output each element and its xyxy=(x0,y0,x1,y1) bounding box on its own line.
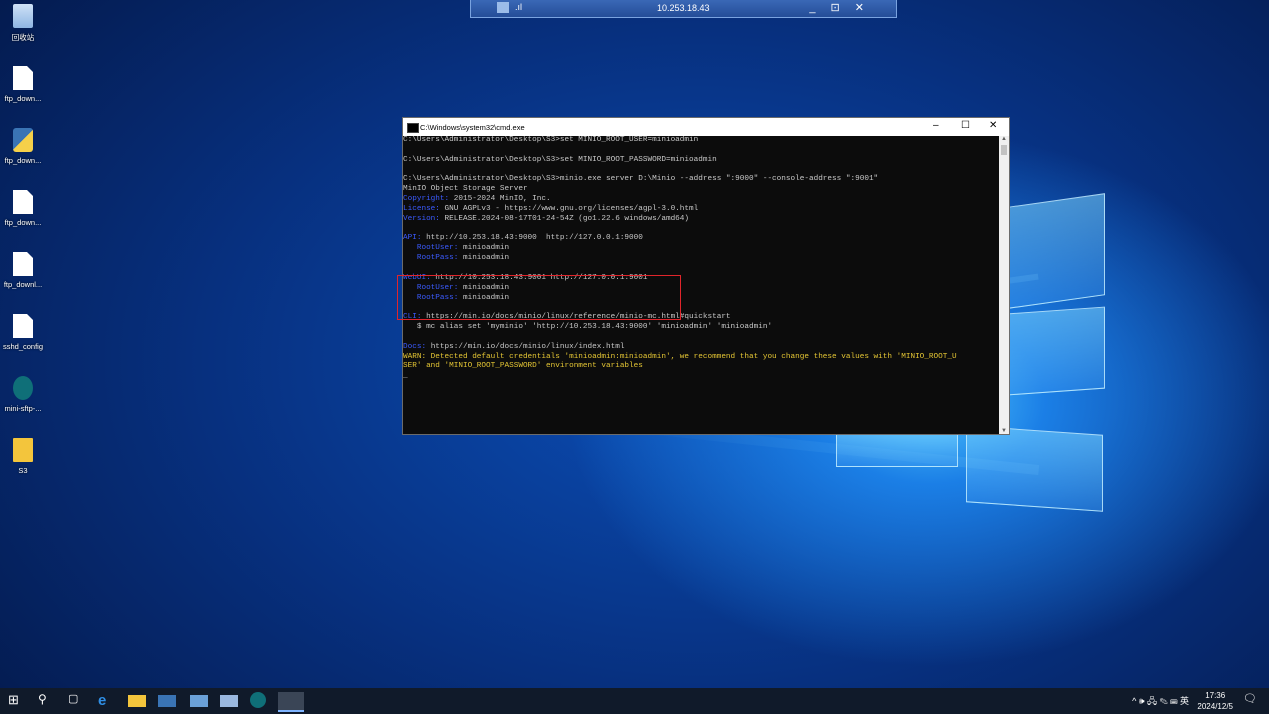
desktop-icon[interactable]: sshd_config xyxy=(0,314,46,351)
ie-browser-icon[interactable]: e xyxy=(98,692,116,710)
desktop-icon-label: ftp_downl... xyxy=(3,280,43,289)
file-explorer-icon[interactable] xyxy=(128,695,146,707)
desktop-icon[interactable]: S3 xyxy=(0,438,46,475)
remote-desktop-icon[interactable] xyxy=(220,695,238,707)
scroll-thumb[interactable] xyxy=(1001,145,1007,155)
desktop-icon-label: sshd_config xyxy=(2,342,44,351)
highlight-webui-box xyxy=(397,275,681,320)
app-icon[interactable] xyxy=(190,695,208,707)
console-line: Copyright: 2015-2024 MinIO, Inc. xyxy=(403,195,999,205)
notification-icon[interactable]: 🗨 xyxy=(1243,692,1261,710)
clock[interactable]: 17:36 2024/12/5 xyxy=(1197,690,1233,712)
console-text: RootPass: xyxy=(403,254,459,263)
py-icon xyxy=(13,128,33,152)
desktop-icon-label: S3 xyxy=(18,466,28,475)
console-text: _ xyxy=(403,372,408,381)
desktop-icon-label: ftp_down... xyxy=(4,94,42,103)
scroll-down-icon[interactable]: ▼ xyxy=(1001,428,1007,434)
console-line: MinIO Object Storage Server xyxy=(403,185,999,195)
remote-window-controls[interactable]: _ ⊡ ✕ xyxy=(809,1,870,14)
console-icon xyxy=(407,123,419,133)
taskbar: ⊞ ⚲ ▢ e ^ 🕪 🖧 ✎ ⌨ 英 17:36 2024/12/5 🗨 xyxy=(0,688,1269,714)
doc-icon xyxy=(13,190,33,214)
console-text: C:\Users\Administrator\Desktop\S3>minio.… xyxy=(403,175,879,184)
desktop-icon-label: ftp_down... xyxy=(4,156,42,165)
mini-sftp-icon[interactable] xyxy=(250,692,266,708)
desktop-icon[interactable]: ftp_down... xyxy=(0,66,46,103)
console-text: Copyright: xyxy=(403,195,450,204)
console-text: https://min.io/docs/minio/linux/index.ht… xyxy=(426,342,625,351)
console-line: License: GNU AGPLv3 - https://www.gnu.or… xyxy=(403,205,999,215)
desktop-icon[interactable]: ftp_down... xyxy=(0,128,46,165)
console-text: MinIO Object Storage Server xyxy=(403,185,528,194)
console-text: C:\Users\Administrator\Desktop\S3>set MI… xyxy=(403,136,699,144)
cmd-taskbar-icon[interactable] xyxy=(278,692,304,712)
console-text: License: xyxy=(403,204,440,213)
console-line: Docs: https://min.io/docs/minio/linux/in… xyxy=(403,343,999,353)
console-text: Docs: xyxy=(403,342,427,351)
recycle-icon xyxy=(13,4,33,28)
console-text: Version: xyxy=(403,214,440,223)
close-button[interactable]: ✕ xyxy=(989,120,997,131)
signal-icon: .ıl xyxy=(515,2,523,12)
remote-host-label: 10.253.18.43 xyxy=(657,3,710,13)
doc-icon xyxy=(13,66,33,90)
console-text: $ mc alias set 'myminio' 'http://10.253.… xyxy=(403,323,773,332)
folder-icon xyxy=(13,438,33,462)
minimize-button[interactable]: – xyxy=(933,120,939,131)
remote-connection-bar[interactable]: .ıl 10.253.18.43 _ ⊡ ✕ xyxy=(470,0,897,18)
desktop-icon-label: 回收站 xyxy=(11,33,35,42)
console-line: RootPass: minioadmin xyxy=(403,254,999,264)
console-text: 2015-2024 MinIO, Inc. xyxy=(449,195,551,204)
cmd-titlebar[interactable]: C:\Windows\system32\cmd.exe – ☐ ✕ xyxy=(403,118,1009,136)
console-line: Version: RELEASE.2024-08-17T01-24-54Z (g… xyxy=(403,215,999,225)
console-text: SER' and 'MINIO_ROOT_PASSWORD' environme… xyxy=(403,362,643,371)
console-text: GNU AGPLv3 - https://www.gnu.org/license… xyxy=(439,204,699,213)
desktop-icon[interactable]: 回收站 xyxy=(0,4,46,43)
console-line: API: http://10.253.18.43:9000 http://127… xyxy=(403,234,999,244)
server-manager-icon[interactable] xyxy=(158,695,176,707)
clock-time: 17:36 xyxy=(1205,691,1226,700)
console-text: RootUser: xyxy=(403,244,459,253)
pin-icon[interactable] xyxy=(497,2,509,13)
start-windows-icon[interactable]: ⊞ xyxy=(8,692,26,710)
mini-icon xyxy=(13,376,33,400)
scroll-up-icon[interactable]: ▲ xyxy=(1001,136,1007,142)
console-line: SER' and 'MINIO_ROOT_PASSWORD' environme… xyxy=(403,362,999,372)
console-line: C:\Users\Administrator\Desktop\S3>minio.… xyxy=(403,175,999,185)
clock-date: 2024/12/5 xyxy=(1197,702,1233,711)
console-text: API: xyxy=(403,234,422,243)
cmd-title: C:\Windows\system32\cmd.exe xyxy=(420,123,525,132)
task-view-icon[interactable]: ▢ xyxy=(68,692,86,710)
doc-icon xyxy=(13,314,33,338)
console-line: C:\Users\Administrator\Desktop\S3>set MI… xyxy=(403,136,999,146)
console-line: RootUser: minioadmin xyxy=(403,244,999,254)
console-line: C:\Users\Administrator\Desktop\S3>set MI… xyxy=(403,156,999,166)
maximize-button[interactable]: ☐ xyxy=(961,120,970,131)
console-line: _ xyxy=(403,372,999,382)
console-text: WARN: Detected default credentials 'mini… xyxy=(403,352,957,361)
doc-icon xyxy=(13,252,33,276)
console-text: minioadmin xyxy=(458,254,510,263)
desktop-icon[interactable]: ftp_down... xyxy=(0,190,46,227)
console-text: http://10.253.18.43:9000 http://127.0.0.… xyxy=(421,234,643,243)
console-text: minioadmin xyxy=(458,244,510,253)
system-tray[interactable]: ^ 🕪 🖧 ✎ ⌨ 英 xyxy=(1132,694,1189,710)
desktop-icon[interactable]: ftp_downl... xyxy=(0,252,46,289)
desktop-icon-label: ftp_down... xyxy=(4,218,42,227)
console-line: WARN: Detected default credentials 'mini… xyxy=(403,353,999,363)
search-icon[interactable]: ⚲ xyxy=(38,692,56,710)
console-line: $ mc alias set 'myminio' 'http://10.253.… xyxy=(403,323,999,333)
vertical-scrollbar[interactable]: ▲ ▼ xyxy=(999,136,1009,434)
desktop-icon[interactable]: mini-sftp-... xyxy=(0,376,46,413)
console-text: RELEASE.2024-08-17T01-24-54Z (go1.22.6 w… xyxy=(439,214,690,223)
console-text: C:\Users\Administrator\Desktop\S3>set MI… xyxy=(403,155,717,164)
desktop-icon-label: mini-sftp-... xyxy=(4,404,42,413)
